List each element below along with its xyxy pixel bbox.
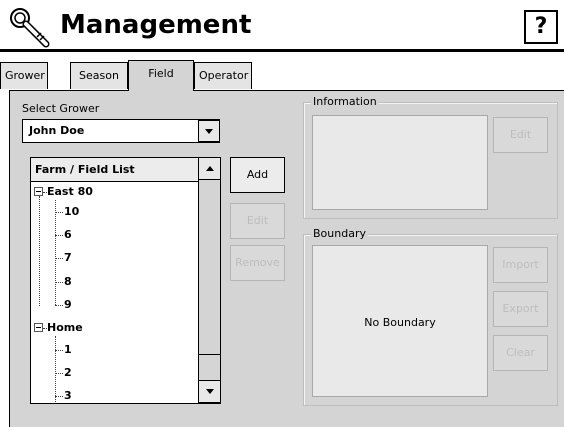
boundary-label: Boundary [311,227,368,240]
tree-field-6[interactable]: 6 [64,227,72,243]
scroll-thumb[interactable] [199,180,220,355]
tree-connector [55,200,56,305]
farm-field-list-header: Farm / Field List [31,158,198,182]
tree-connector [55,282,63,283]
title-bar: Management ? [0,0,564,52]
grower-dropdown-button[interactable] [198,120,220,142]
chevron-up-icon [205,166,214,171]
tab-field[interactable]: Field [128,60,194,91]
no-boundary-text: No Boundary [364,316,436,329]
import-button[interactable]: Import [493,247,548,283]
tree-connector [55,373,63,374]
scroll-up-button[interactable] [198,158,220,180]
scroll-track-area[interactable] [199,355,220,381]
tree-field-10[interactable]: 10 [64,204,79,220]
tree-farm-east-80[interactable]: East 80 [47,184,93,200]
tree-field-7[interactable]: 7 [64,250,72,266]
remove-button[interactable]: Remove [230,245,285,281]
help-button[interactable]: ? [524,10,558,44]
grower-select[interactable]: John Doe [22,119,220,143]
tree-connector [55,350,63,351]
management-window: Management ? Grower Season Field Operato… [0,0,564,427]
tree-farm-home[interactable]: Home [47,320,83,336]
scroll-down-button[interactable] [198,380,220,403]
tree-connector [55,305,63,306]
tree-connector [55,235,63,236]
select-grower-label: Select Grower [22,102,100,115]
tab-season[interactable]: Season [70,62,128,89]
information-label: Information [311,95,379,108]
tree-field-2[interactable]: 2 [64,365,72,381]
collapse-toggle-icon[interactable] [34,323,43,332]
information-display [312,115,488,210]
farm-field-list[interactable]: Farm / Field List East 80 10 6 7 8 9 Hom… [30,157,221,404]
tree-field-9[interactable]: 9 [64,297,72,313]
collapse-toggle-icon[interactable] [34,187,43,196]
chevron-down-icon [205,128,213,134]
tree-connector [39,196,40,306]
tab-grower[interactable]: Grower [0,62,48,89]
chevron-down-icon [205,389,214,394]
tree-connector [55,336,56,403]
tab-bar: Grower Season Field Operator [0,60,564,91]
tree-connector [55,396,63,397]
add-button[interactable]: Add [230,157,285,193]
tree-scrollbar[interactable] [198,158,220,403]
export-button[interactable]: Export [493,291,548,327]
tree-connector [55,258,63,259]
edit-name-button[interactable]: Edit Name [230,203,285,261]
edit-button[interactable]: Edit [493,117,548,153]
tab-operator[interactable]: Operator [194,62,252,89]
tree-connector [55,212,63,213]
clear-button[interactable]: Clear [493,335,548,371]
page-title: Management [60,10,252,40]
grower-select-value: John Doe [29,124,85,137]
tree-field-8[interactable]: 8 [64,274,72,290]
wrench-key-icon [10,8,50,48]
tree-field-1[interactable]: 1 [64,342,72,358]
tree-field-3[interactable]: 3 [64,388,72,403]
